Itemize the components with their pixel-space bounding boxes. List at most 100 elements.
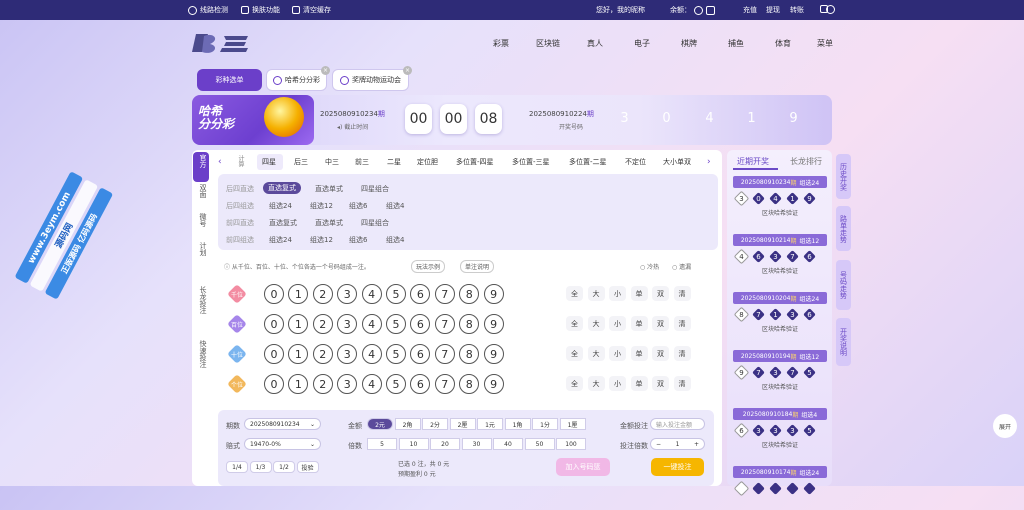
option-direct-compound[interactable]: 直选复式 (269, 218, 297, 228)
digit-ball[interactable]: 4 (361, 374, 382, 394)
logo[interactable] (190, 30, 254, 56)
hash-verify-link[interactable]: 区块哈希验证 (733, 440, 827, 449)
play-example-button[interactable]: 玩法示例 (411, 260, 446, 273)
digit-ball[interactable]: 5 (386, 284, 406, 304)
option-group4[interactable]: 组选4 (386, 201, 404, 211)
expand-button[interactable]: 展开 (993, 414, 1017, 438)
digit-ball[interactable]: 5 (386, 344, 406, 364)
side-tab-longdragon[interactable]: 长龙投注 (194, 286, 210, 314)
fraction-button[interactable]: 1/3 (249, 461, 272, 473)
digit-ball[interactable]: 2 (312, 374, 333, 394)
chevron-right-icon[interactable]: › (707, 157, 711, 167)
hash-verify-link[interactable]: 区块哈希验证 (733, 208, 827, 217)
option-group6[interactable]: 组选6 (349, 235, 367, 245)
issue-select[interactable]: 2025080910234 ⌄ (244, 418, 321, 430)
option-direct-single[interactable]: 直选单式 (315, 184, 343, 194)
digit-ball[interactable]: 9 (483, 374, 504, 394)
nav-live[interactable]: 真人 (587, 38, 603, 49)
quick-pick-button[interactable]: 单 (630, 316, 648, 331)
quick-pick-button[interactable]: 双 (652, 316, 669, 331)
digit-ball[interactable]: 9 (483, 344, 504, 364)
fraction-button[interactable]: 投验 (296, 461, 319, 473)
digit-ball[interactable]: 5 (386, 314, 406, 334)
quick-pick-button[interactable]: 大 (587, 286, 605, 301)
tab-recent-results[interactable]: 近期开奖 (737, 156, 769, 167)
option-group4[interactable]: 组选4 (386, 235, 404, 245)
amount-unit-button[interactable]: 1厘 (559, 418, 586, 430)
digit-ball[interactable]: 0 (264, 314, 284, 334)
missing-toggle[interactable]: ○ 遗漏 (672, 262, 691, 271)
nav-menu[interactable]: 菜单 (817, 38, 833, 49)
multiple-button[interactable]: 5 (367, 438, 397, 450)
amount-unit-button[interactable]: 2角 (394, 418, 421, 430)
play-tab-mid3[interactable]: 中三 (325, 157, 339, 167)
quick-pick-button[interactable]: 全 (566, 376, 583, 391)
quick-pick-button[interactable]: 大 (587, 316, 605, 331)
digit-ball[interactable]: 4 (361, 284, 382, 304)
hash-verify-link[interactable]: 区块哈希验证 (733, 266, 827, 275)
quick-pick-button[interactable]: 单 (630, 376, 648, 391)
option-direct-single[interactable]: 直选单式 (315, 218, 343, 228)
digit-ball[interactable]: 5 (386, 374, 406, 394)
quick-pick-button[interactable]: 清 (673, 346, 691, 361)
side-tab-plan[interactable]: 计划 (194, 242, 210, 256)
quick-pick-button[interactable]: 大 (587, 376, 605, 391)
vtab-number-trend[interactable]: 号码走势 (836, 260, 851, 310)
quick-pick-button[interactable]: 单 (630, 286, 648, 301)
vtab-history[interactable]: 历史开奖 (836, 154, 851, 199)
quick-pick-button[interactable]: 小 (609, 346, 626, 361)
quick-pick-button[interactable]: 小 (609, 376, 626, 391)
play-tab-bigsmall[interactable]: 大小单双 (663, 157, 691, 167)
route-check-link[interactable]: 线路检测 (188, 5, 228, 15)
amount-unit-button[interactable]: 1角 (504, 418, 531, 430)
play-tab-position[interactable]: 定位胆 (417, 157, 438, 167)
nav-slots[interactable]: 电子 (634, 38, 650, 49)
multiple-button[interactable]: 20 (430, 438, 460, 450)
nav-sports[interactable]: 体育 (775, 38, 791, 49)
side-tab-quick[interactable]: 快速投注 (194, 340, 210, 368)
multiple-button[interactable]: 30 (461, 438, 492, 450)
skin-link[interactable]: 换肤功能 (241, 5, 280, 15)
deposit-link[interactable]: 充值 (743, 5, 757, 15)
digit-ball[interactable]: 4 (361, 344, 382, 364)
digit-ball[interactable]: 7 (434, 374, 455, 394)
eye-icon[interactable] (706, 5, 715, 15)
quick-pick-button[interactable]: 小 (609, 316, 626, 331)
option-direct-compound[interactable]: 直选复式 (263, 182, 301, 194)
digit-ball[interactable]: 2 (312, 284, 333, 304)
digit-ball[interactable]: 9 (483, 314, 504, 334)
play-tab-multi2[interactable]: 多位置-二星 (569, 157, 607, 167)
clear-cache-link[interactable]: 清空缓存 (292, 5, 331, 15)
tab-long-dragon[interactable]: 长龙排行 (790, 156, 822, 167)
play-tab-2star[interactable]: 二星 (387, 157, 401, 167)
digit-ball[interactable]: 7 (434, 284, 455, 304)
play-tab-multi3[interactable]: 多位置-三星 (512, 157, 550, 167)
option-group12[interactable]: 组选12 (310, 235, 333, 245)
logout-icon[interactable] (826, 5, 835, 14)
hash-verify-link[interactable]: 区块哈希验证 (733, 324, 827, 333)
quick-pick-button[interactable]: 双 (652, 376, 669, 391)
multiple-button[interactable]: 40 (493, 438, 523, 450)
amount-unit-button[interactable]: 2厘 (449, 418, 476, 430)
quick-pick-button[interactable]: 清 (673, 286, 691, 301)
option-group12[interactable]: 组选12 (310, 201, 333, 211)
quick-pick-button[interactable]: 双 (652, 346, 669, 361)
transfer-link[interactable]: 转账 (790, 5, 804, 15)
nav-cards[interactable]: 棋牌 (681, 38, 697, 49)
play-tab-calc[interactable]: 计算 (236, 155, 245, 167)
digit-ball[interactable]: 0 (264, 374, 284, 394)
option-group24[interactable]: 组选24 (269, 201, 292, 211)
digit-ball[interactable]: 0 (264, 344, 284, 364)
option-group24[interactable]: 组选24 (269, 235, 292, 245)
nav-blockchain[interactable]: 区块链 (536, 38, 560, 49)
play-tab-last3[interactable]: 后三 (294, 157, 308, 167)
amount-unit-button[interactable]: 1分 (532, 418, 558, 430)
quick-pick-button[interactable]: 双 (652, 286, 669, 301)
quick-pick-button[interactable]: 大 (587, 346, 605, 361)
quick-pick-button[interactable]: 清 (673, 376, 691, 391)
nav-lottery[interactable]: 彩票 (493, 38, 509, 49)
hash-verify-link[interactable]: 区块哈希验证 (733, 382, 827, 391)
add-to-basket-button[interactable]: 加入号码篮 (556, 458, 610, 476)
quick-pick-button[interactable]: 全 (566, 346, 583, 361)
multiple-button[interactable]: 10 (398, 438, 429, 450)
